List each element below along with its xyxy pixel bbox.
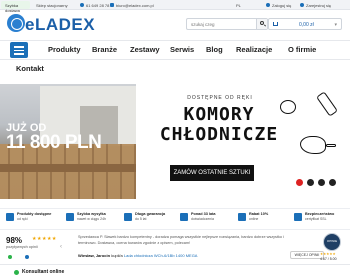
hero-photo: JUŻ OD 11 800 PLN	[0, 84, 136, 199]
cart-total: 0,00 zł	[299, 22, 314, 28]
more-reviews-button[interactable]: WIĘCEJ OPINII	[290, 251, 324, 259]
percent-icon	[238, 213, 246, 221]
menu-button[interactable]	[10, 42, 28, 58]
register-link[interactable]: Zarejestruj się	[306, 3, 331, 8]
slider-dot-3[interactable]	[318, 179, 325, 186]
nav-item-kontakt[interactable]: Kontakt	[16, 64, 44, 73]
review-quote: Sprzedawca P. Sławek bardzo kompetentny …	[78, 235, 284, 245]
user-icon	[266, 3, 270, 7]
hero-subtitle: DOSTĘPNE OD RĘKI	[187, 95, 253, 101]
online-status-icon	[14, 270, 19, 275]
tomato-icon	[280, 100, 296, 114]
review-product-link[interactable]: Lada chłodnicza WCh-6/1Bb 1400 MEGA	[124, 253, 198, 258]
email-link[interactable]: biuro@eladex.com.pl	[116, 3, 154, 8]
nav-item-o-firmie[interactable]: O firmie	[288, 45, 316, 54]
nav-item-zestawy[interactable]: Zestawy	[130, 45, 160, 54]
google-icon[interactable]	[25, 255, 29, 259]
search-box	[186, 18, 268, 30]
reviews-subtitle: pozytywnych opinii	[6, 245, 38, 249]
food-illustration	[278, 90, 344, 170]
chat-label: Konsultant online	[22, 269, 65, 275]
nav-item-serwis[interactable]: Serwis	[170, 45, 194, 54]
phone-icon	[80, 3, 84, 7]
slider-dot-4[interactable]	[329, 179, 336, 186]
hero-banner[interactable]: JUŻ OD 11 800 PLN DOSTĘPNE OD RĘKI KOMOR…	[0, 84, 350, 199]
ceneo-icon[interactable]	[8, 255, 12, 259]
feature-warranty: Długa gwarancja do 5 lat	[124, 212, 180, 230]
menu-icon	[14, 46, 24, 48]
nav-item-realizacje[interactable]: Realizacje	[236, 45, 272, 54]
chat-bar[interactable]: Konsultant online	[0, 264, 350, 280]
top-bar: Szybka dostawa Sklep stacjonarny 61 649 …	[0, 0, 350, 13]
hero-title-line-1: KOMORY	[183, 104, 255, 125]
nav-item-blog[interactable]: Blog	[206, 45, 223, 54]
logo-text[interactable]: eLADEX	[25, 15, 95, 35]
logo-snowflake-icon[interactable]	[7, 14, 25, 32]
feature-experience: Ponad 33 lata doświadczenia	[180, 212, 236, 230]
feature-security: Bezpieczeństwo certyfikat SSL	[294, 212, 350, 230]
badge-stars: ★★★★★	[320, 252, 336, 256]
phone-link[interactable]: 61 649 28 78	[86, 3, 109, 8]
slider-dot-1[interactable]	[296, 179, 303, 186]
feature-stock: Produkty dostępne od ręki	[6, 212, 62, 230]
cart-button[interactable]: 0,00 zł ▾	[268, 18, 342, 30]
email-icon	[110, 3, 114, 7]
register-icon	[300, 3, 304, 7]
chevron-down-icon: ▾	[334, 22, 337, 28]
features-bar: Produkty dostępne od ręki Szybka wysyłka…	[0, 208, 350, 230]
ham-icon	[300, 136, 326, 154]
badge-score: 4.67 / 5.00	[320, 257, 337, 261]
slider-dot-2[interactable]	[307, 179, 314, 186]
lock-icon	[294, 213, 302, 221]
review-bought-label: kupił/a	[111, 253, 123, 258]
review-author: Wiesław, Jarocin kupił/a Lada chłodnicza…	[78, 253, 290, 258]
bottle-icon	[316, 91, 338, 117]
feature-discount: Rabat 10% online	[238, 212, 294, 230]
hero-price: 11 800 PLN	[6, 132, 102, 153]
box-icon	[6, 213, 14, 221]
reviews-percent: 98%	[6, 236, 23, 245]
order-button[interactable]: ZAMÓW OSTATNIE SZTUKI	[170, 165, 254, 181]
hero-title-line-2: CHŁODNICZE	[159, 124, 279, 145]
chevron-left-icon[interactable]: ‹	[60, 244, 62, 250]
cart-icon	[273, 22, 278, 26]
nav-item-branze[interactable]: Branże	[92, 45, 117, 54]
language-select[interactable]: PL	[236, 3, 241, 8]
search-button[interactable]	[256, 19, 267, 29]
review-author-name: Wiesław, Jarocin	[78, 253, 111, 258]
shield-icon	[124, 213, 132, 221]
nav-item-produkty[interactable]: Produkty	[48, 45, 81, 54]
reviews-stars: ★★★★★	[32, 236, 57, 242]
hero-title: KOMORY CHŁODNICZE	[148, 105, 290, 145]
seal-text: OPINIE	[326, 239, 338, 243]
search-input[interactable]	[191, 21, 257, 28]
login-link[interactable]: Zaloguj się	[272, 3, 291, 8]
stock-link[interactable]: Sklep stacjonarny	[36, 3, 68, 8]
truck-icon	[66, 213, 74, 221]
delivery-badge: Szybka dostawa	[1, 1, 30, 13]
trophy-icon	[180, 213, 188, 221]
rating-badge[interactable]: OPINIE ★★★★★ 4.67 / 5.00	[320, 233, 345, 263]
delivery-label: Szybka dostawa	[5, 3, 20, 13]
feature-shipping: Szybka wysyłka nawet w ciągu 24h	[66, 212, 122, 230]
